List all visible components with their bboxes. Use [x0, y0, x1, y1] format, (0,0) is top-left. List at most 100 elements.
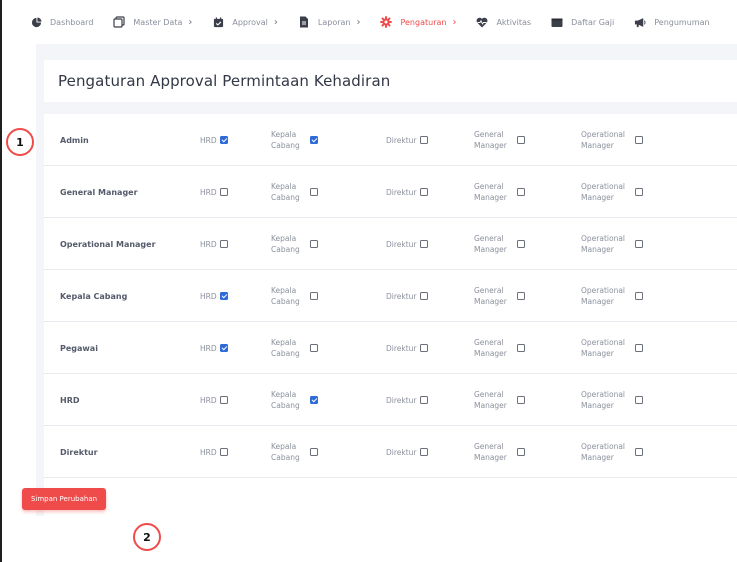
checkbox-direktur[interactable] [419, 292, 428, 300]
approver-option-general-manager: General Manager [474, 374, 525, 426]
approver-option-direktur: Direktur [386, 166, 428, 218]
approver-label: General Manager [474, 233, 507, 255]
approver-option-general-manager: General Manager [474, 114, 525, 166]
approver-option-kepala-cabang: Kepala Cabang [271, 114, 318, 166]
checkbox-general-manager[interactable] [516, 188, 525, 196]
gear-icon [380, 16, 393, 28]
checkbox-hrd[interactable] [219, 292, 228, 300]
checkbox-operational-manager[interactable] [635, 344, 644, 352]
approver-label: Kepala Cabang [271, 389, 300, 411]
checkbox-kepala-cabang[interactable] [309, 448, 318, 456]
checkbox-operational-manager[interactable] [635, 396, 644, 404]
approver-label: Operational Manager [581, 129, 625, 151]
nav-item-daftar-gaji[interactable]: Daftar Gaji [551, 16, 614, 28]
approver-label: HRD [200, 187, 217, 197]
checkbox-hrd[interactable] [219, 136, 228, 144]
approver-label: Direktur [386, 343, 417, 353]
checkbox-direktur[interactable] [419, 344, 428, 352]
table-row: Kepala Cabang HRD Kepala Cabang Direktur Gene… [44, 270, 737, 322]
approver-label: Kepala Cabang [271, 129, 300, 151]
checkbox-operational-manager[interactable] [635, 292, 644, 300]
checkbox-direktur[interactable] [419, 188, 428, 196]
save-changes-button[interactable]: Simpan Perubahan [22, 488, 106, 510]
approver-label: Operational Manager [581, 441, 625, 463]
approver-label-line: Manager [474, 297, 507, 306]
role-name: Kepala Cabang [60, 292, 128, 301]
nav-item-approval[interactable]: Approval › [212, 16, 278, 28]
nav-label: Approval [232, 17, 268, 27]
checkbox-general-manager[interactable] [516, 396, 525, 404]
checkbox-hrd[interactable] [219, 188, 228, 196]
nav-label: Pengaturan [400, 17, 447, 27]
approver-option-hrd: HRD [200, 322, 228, 374]
approver-label-line: Cabang [271, 141, 300, 150]
approver-option-hrd: HRD [200, 166, 228, 218]
wallet-icon [551, 16, 563, 28]
nav-item-laporan[interactable]: Laporan › [298, 16, 360, 28]
checkbox-direktur[interactable] [419, 448, 428, 456]
approver-label-line: General [474, 338, 504, 347]
approver-label-line: Cabang [271, 245, 300, 254]
approver-option-direktur: Direktur [386, 270, 428, 322]
role-name: Admin [60, 136, 89, 145]
chevron-right-icon: › [273, 16, 278, 28]
checkbox-general-manager[interactable] [516, 344, 525, 352]
checkbox-kepala-cabang[interactable] [309, 240, 318, 248]
checkbox-operational-manager[interactable] [635, 136, 644, 144]
approver-label-line: Manager [474, 453, 507, 462]
approver-option-kepala-cabang: Kepala Cabang [271, 322, 318, 374]
approver-label-line: Operational [581, 390, 626, 399]
table-row: Direktur HRD Kepala Cabang Direktur General Ma… [44, 426, 737, 478]
approver-label: General Manager [474, 337, 507, 359]
approver-label-line: Manager [474, 401, 507, 410]
approver-label-line: Cabang [271, 297, 300, 306]
checkbox-direktur[interactable] [419, 396, 428, 404]
role-name: HRD [60, 396, 80, 405]
checkbox-operational-manager[interactable] [635, 240, 644, 248]
approver-option-operational-manager: Operational Manager [581, 426, 644, 478]
table-row: Pegawai HRD Kepala Cabang Direktur General Man… [44, 322, 737, 374]
approver-label: Direktur [386, 291, 417, 301]
dashboard-icon [30, 16, 42, 28]
checkbox-hrd[interactable] [219, 240, 228, 248]
approver-label: HRD [200, 343, 217, 353]
checkbox-hrd[interactable] [219, 344, 228, 352]
checkbox-direktur[interactable] [419, 136, 428, 144]
checkbox-general-manager[interactable] [516, 136, 525, 144]
nav-item-aktivitas[interactable]: Aktivitas [476, 16, 531, 28]
role-name: General Manager [60, 188, 138, 197]
approver-option-direktur: Direktur [386, 218, 428, 270]
checkbox-hrd[interactable] [219, 396, 228, 404]
nav-item-pengumuman[interactable]: Pengumuman [634, 16, 710, 28]
approver-label: General Manager [474, 181, 507, 203]
left-edge-border [0, 0, 2, 562]
checkbox-general-manager[interactable] [516, 448, 525, 456]
approver-label-line: Operational [581, 234, 626, 243]
approver-label: Kepala Cabang [271, 181, 300, 203]
checkbox-general-manager[interactable] [516, 240, 525, 248]
checkbox-kepala-cabang[interactable] [309, 292, 318, 300]
nav-label: Daftar Gaji [571, 17, 615, 27]
approver-option-operational-manager: Operational Manager [581, 322, 644, 374]
checkbox-kepala-cabang[interactable] [309, 136, 318, 144]
checkbox-kepala-cabang[interactable] [309, 344, 318, 352]
nav-item-pengaturan[interactable]: Pengaturan › [380, 16, 456, 28]
checkbox-operational-manager[interactable] [635, 188, 644, 196]
checkbox-general-manager[interactable] [516, 292, 525, 300]
chevron-right-icon: › [188, 16, 193, 28]
approver-label-line: Cabang [271, 401, 300, 410]
approver-option-operational-manager: Operational Manager [581, 218, 644, 270]
approver-label-line: General [474, 442, 504, 451]
nav-item-dashboard[interactable]: Dashboard [30, 16, 93, 28]
checkbox-direktur[interactable] [419, 240, 428, 248]
annotation-marker-2: 2 [133, 523, 161, 551]
approver-label-line: Manager [581, 297, 614, 306]
checkbox-hrd[interactable] [219, 448, 228, 456]
checkbox-operational-manager[interactable] [635, 448, 644, 456]
checkbox-kepala-cabang[interactable] [309, 396, 318, 404]
nav-item-master-data[interactable]: Master Data › [113, 16, 192, 28]
table-row: Admin HRD Kepala Cabang Direktur General Manag… [44, 114, 737, 166]
approver-label: Kepala Cabang [271, 441, 300, 463]
checkbox-kepala-cabang[interactable] [309, 188, 318, 196]
approver-label: Kepala Cabang [271, 285, 300, 307]
